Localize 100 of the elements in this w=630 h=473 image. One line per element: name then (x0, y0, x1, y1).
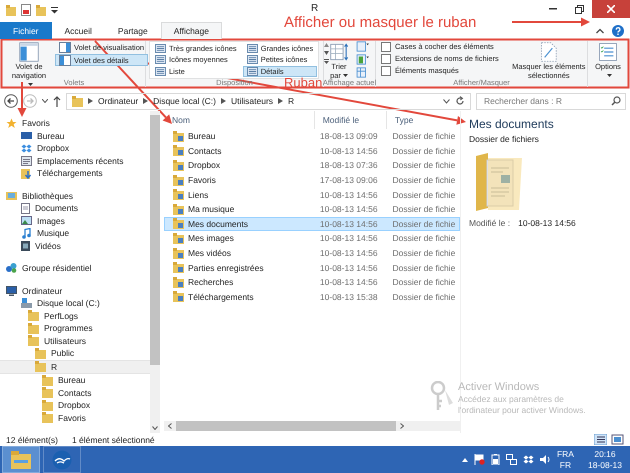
navigation-item[interactable]: Musique (0, 227, 150, 240)
navigation-item[interactable]: Favoris (0, 117, 150, 130)
column-header[interactable]: Type (386, 111, 460, 129)
network-icon[interactable] (506, 454, 517, 465)
chevron-icon[interactable] (221, 98, 226, 104)
file-row[interactable]: Dropbox 18-08-13 07:36 Dossier de fichie (164, 158, 460, 173)
homegroup-icon (6, 263, 17, 274)
navigation-item[interactable]: Contacts (0, 386, 150, 399)
scroll-up-icon[interactable] (324, 43, 330, 47)
folder-icon (42, 374, 53, 386)
chevron-icon[interactable] (278, 98, 284, 104)
file-row[interactable]: Téléchargements 10-08-13 15:38 Dossier de fichie (164, 290, 460, 304)
chevron-icon[interactable] (168, 423, 172, 429)
caret-icon[interactable] (42, 99, 48, 103)
scroll-down-icon[interactable] (324, 51, 330, 55)
folder-icon (173, 262, 184, 274)
folder-icon (173, 218, 184, 230)
speaker-icon[interactable] (540, 454, 551, 465)
column-header[interactable]: Modifié le (314, 111, 387, 129)
folder-drawing (475, 152, 523, 212)
minimize-icon (549, 8, 557, 10)
folder-icon (173, 276, 184, 288)
ribbon-tab[interactable]: Affichage (160, 22, 222, 39)
key-icon (430, 381, 454, 411)
chevron-icon[interactable] (400, 423, 404, 429)
dropdown-icon[interactable] (443, 98, 450, 104)
navigation-item[interactable]: Dropbox (0, 399, 150, 412)
scrollbar[interactable] (164, 421, 460, 431)
navigation-item[interactable]: Images (0, 214, 150, 227)
close-button[interactable] (592, 0, 630, 18)
image-icon (21, 216, 32, 226)
battery-icon[interactable] (490, 454, 500, 465)
clock-time[interactable]: 20:16 (594, 448, 616, 460)
navigation-item[interactable]: Bureau (0, 130, 150, 142)
file-row[interactable]: Favoris 17-08-13 09:06 Dossier de fichie (164, 172, 460, 188)
document-icon[interactable] (21, 4, 31, 16)
file-row[interactable]: Mes images 10-08-13 14:56 Dossier de fichie (164, 231, 460, 246)
navigation-item[interactable]: Bibliothèques (0, 190, 150, 202)
file-row[interactable]: Parties enregistrées 10-08-13 14:56 Dossier de fichie (164, 260, 460, 275)
navigation-item[interactable]: Disque local (C:) (0, 297, 150, 310)
file-row[interactable]: Recherches 10-08-13 14:56 Dossier de fichie (164, 274, 460, 290)
navigation-item[interactable]: R (0, 360, 150, 374)
scrollbar[interactable] (150, 111, 160, 433)
back-icon[interactable] (4, 94, 18, 108)
file-row[interactable]: Ma musique 10-08-13 14:56 Dossier de fichie (164, 202, 460, 217)
modified-label: Modifié le : (469, 218, 510, 228)
refresh-icon[interactable] (455, 96, 465, 106)
ribbon-tab[interactable]: Fichier (0, 22, 52, 39)
navigation-item[interactable]: Groupe résidentiel (0, 262, 150, 274)
navigation-item[interactable]: PerfLogs (0, 310, 150, 322)
dropdown-icon[interactable] (51, 6, 58, 14)
ribbon-tab[interactable]: Partage (104, 22, 161, 39)
flag-icon[interactable] (474, 454, 485, 465)
expand-icon[interactable] (324, 59, 330, 64)
chevron-icon[interactable] (143, 98, 148, 104)
taskbar-app[interactable] (43, 446, 81, 473)
breadcrumb[interactable]: R (288, 96, 294, 106)
language-indicator[interactable]: FRA (556, 448, 574, 460)
folder-icon (28, 335, 39, 346)
navigation-item[interactable]: Téléchargements (0, 167, 150, 180)
film-icon (21, 240, 30, 251)
navigation-item[interactable]: Public (0, 347, 150, 360)
up-arrow-icon[interactable] (53, 96, 61, 106)
file-row[interactable]: Liens 10-08-13 14:56 Dossier de fichie (164, 187, 460, 202)
pane-icon (19, 42, 39, 62)
details-view-icon[interactable] (594, 434, 607, 445)
chevron-icon[interactable] (152, 426, 158, 430)
clock-date[interactable]: 18-08-13 (588, 460, 622, 470)
folder-icon (72, 96, 83, 106)
breadcrumb[interactable]: Disque local (C:) (153, 96, 216, 106)
search-field[interactable]: Rechercher dans : R (476, 92, 626, 110)
navigation-item[interactable]: Dropbox (0, 142, 150, 154)
navigation-item[interactable]: Bureau (0, 374, 150, 386)
file-row[interactable]: Contacts 10-08-13 14:56 Dossier de fichie (164, 144, 460, 158)
navigation-item[interactable]: Vidéos (0, 240, 150, 252)
navigation-item[interactable]: Emplacements récents (0, 154, 150, 167)
navigation-item[interactable]: Utilisateurs (0, 334, 150, 347)
navigation-item[interactable]: Documents (0, 202, 150, 214)
search-icon[interactable] (611, 96, 621, 106)
breadcrumb[interactable]: Utilisateurs (231, 96, 274, 106)
chevron-icon[interactable] (88, 98, 93, 104)
file-row[interactable]: Mes documents 10-08-13 14:56 Dossier de fichie (164, 216, 460, 232)
help-icon[interactable] (612, 24, 624, 36)
keyboard-layout[interactable]: FR (560, 460, 572, 470)
navigation-item[interactable]: Programmes (0, 322, 150, 334)
collapse-ribbon-icon[interactable] (596, 28, 604, 34)
show-hidden-icons-icon[interactable] (462, 458, 468, 462)
address-bar[interactable]: Ordinateur Disque local (C:) Utilisateurs R (66, 92, 471, 110)
navigation-item[interactable]: Ordinateur (0, 284, 150, 297)
navigation-item[interactable]: Favoris (0, 412, 150, 424)
ribbon-tab[interactable]: Accueil (52, 22, 105, 39)
annotation-arrow (18, 82, 26, 117)
dropbox-icon[interactable] (522, 455, 534, 464)
thumbnail-view-icon[interactable] (611, 434, 624, 445)
file-row[interactable]: Bureau 18-08-13 09:09 Dossier de fichie (164, 129, 460, 144)
view-icon (246, 44, 258, 53)
breadcrumb[interactable]: Ordinateur (98, 96, 138, 106)
pane-icon (59, 54, 71, 66)
column-header[interactable]: Nom (164, 111, 315, 129)
file-row[interactable]: Mes vidéos 10-08-13 14:56 Dossier de fichie (164, 246, 460, 260)
